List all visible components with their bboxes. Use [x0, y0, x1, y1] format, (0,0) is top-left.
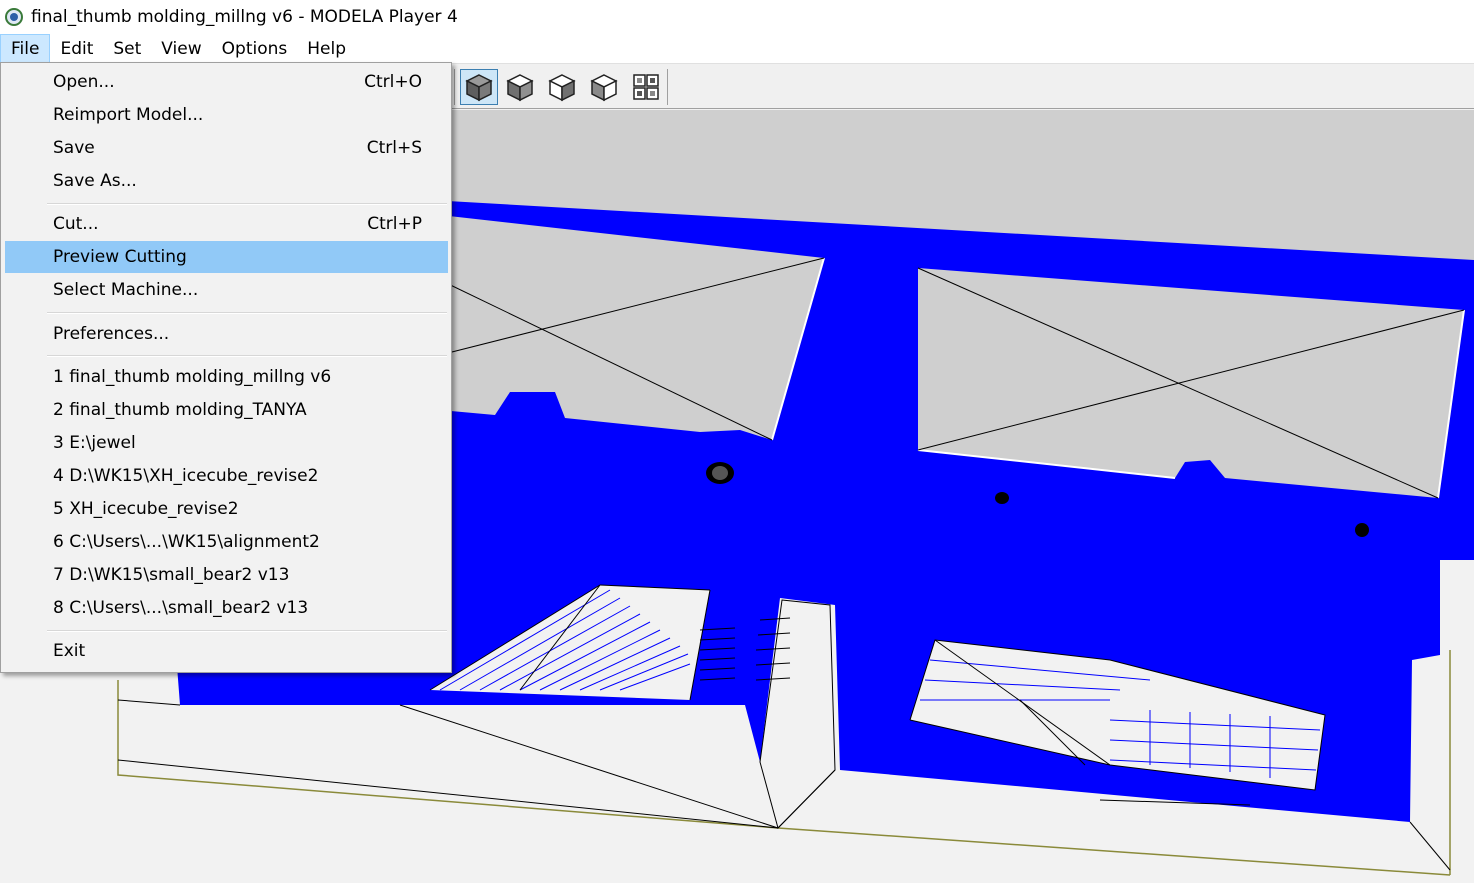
cube-iso-view-icon	[465, 74, 493, 102]
modela-player-icon[interactable]	[5, 8, 23, 26]
menu-item-open[interactable]: Open... Ctrl+O	[5, 66, 448, 98]
menu-options[interactable]: Options	[212, 34, 298, 63]
menu-item-preferences[interactable]: Preferences...	[5, 318, 448, 350]
menu-separator	[47, 312, 447, 314]
recent-file-8[interactable]: 8 C:\Users\...\small_bear2 v13	[5, 592, 448, 624]
menu-set[interactable]: Set	[103, 34, 151, 63]
shortcut-label: Ctrl+P	[367, 214, 422, 234]
recent-file-3[interactable]: 3 E:\jewel	[5, 427, 448, 459]
recent-file-1[interactable]: 1 final_thumb molding_millng v6	[5, 361, 448, 393]
four-views-button[interactable]	[627, 69, 665, 105]
menu-edit[interactable]: Edit	[50, 34, 103, 63]
iso-view-button[interactable]	[460, 69, 498, 105]
menu-item-select-machine[interactable]: Select Machine...	[5, 274, 448, 306]
window-title: final_thumb molding_millng v6 - MODELA P…	[31, 7, 458, 27]
menu-help[interactable]: Help	[297, 34, 356, 63]
menu-item-cut[interactable]: Cut... Ctrl+P	[5, 208, 448, 240]
menu-item-save-as[interactable]: Save As...	[5, 165, 448, 197]
menu-item-exit[interactable]: Exit	[5, 635, 448, 667]
cube-back-view-icon	[590, 74, 618, 102]
menu-view[interactable]: View	[151, 34, 211, 63]
menu-item-save[interactable]: Save Ctrl+S	[5, 132, 448, 164]
shortcut-label: Ctrl+O	[364, 72, 422, 92]
menu-item-preview-cutting[interactable]: Preview Cutting	[5, 241, 448, 273]
back-view-button[interactable]	[585, 69, 623, 105]
right-view-button[interactable]	[543, 69, 581, 105]
recent-file-5[interactable]: 5 XH_icecube_revise2	[5, 493, 448, 525]
title-bar: final_thumb molding_millng v6 - MODELA P…	[0, 0, 1474, 34]
menu-bar: File Edit Set View Options Help	[0, 34, 1474, 63]
menu-separator	[47, 355, 447, 357]
cube-left-view-icon	[506, 74, 534, 102]
file-menu-dropdown: Open... Ctrl+O Reimport Model... Save Ct…	[0, 62, 452, 673]
toolbar-separator	[667, 69, 668, 105]
menu-item-reimport-model[interactable]: Reimport Model...	[5, 99, 448, 131]
menu-separator	[47, 630, 447, 632]
recent-file-6[interactable]: 6 C:\Users\...\WK15\alignment2	[5, 526, 448, 558]
toolbar-separator	[454, 69, 455, 105]
recent-file-2[interactable]: 2 final_thumb molding_TANYA	[5, 394, 448, 426]
menu-file[interactable]: File	[0, 34, 51, 63]
shortcut-label: Ctrl+S	[366, 138, 422, 158]
menu-separator	[47, 203, 447, 205]
recent-file-7[interactable]: 7 D:\WK15\small_bear2 v13	[5, 559, 448, 591]
four-views-icon	[633, 74, 659, 100]
left-view-button[interactable]	[501, 69, 539, 105]
cube-right-view-icon	[548, 74, 576, 102]
recent-file-4[interactable]: 4 D:\WK15\XH_icecube_revise2	[5, 460, 448, 492]
